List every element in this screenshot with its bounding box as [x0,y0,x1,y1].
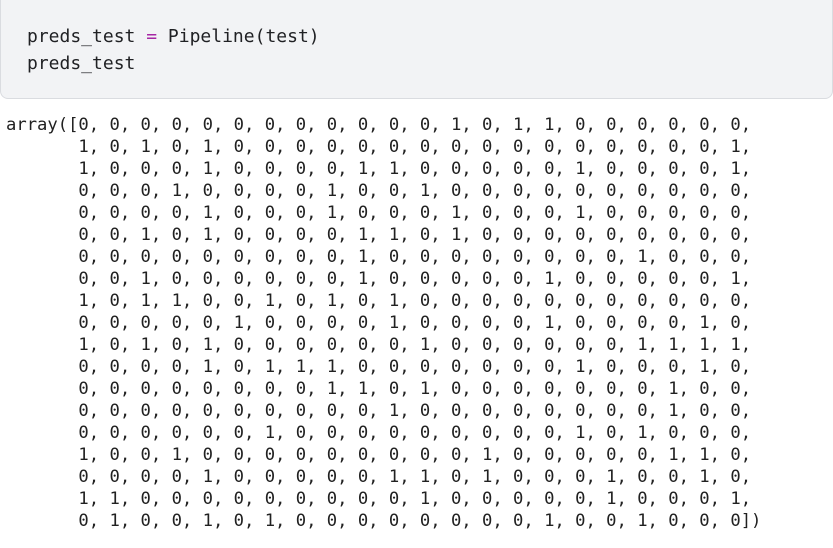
code-cell[interactable]: preds_test = Pipeline(test) preds_test [0,0,833,99]
output-line: 0, 0, 0, 0, 0, 0, 0, 0, 0, 0, 1, 0, 0, 0… [6,401,752,421]
output-line: 0, 0, 0, 0, 0, 0, 1, 0, 0, 0, 0, 0, 0, 0… [6,423,752,443]
output-line: array([0, 0, 0, 0, 0, 0, 0, 0, 0, 0, 0, … [6,115,752,135]
output-line: 0, 0, 0, 0, 1, 0, 1, 1, 1, 0, 0, 0, 0, 0… [6,357,752,377]
output-line: 0, 0, 1, 0, 1, 0, 0, 0, 0, 1, 1, 0, 1, 0… [6,225,752,245]
cell-output: array([0, 0, 0, 0, 0, 0, 0, 0, 0, 0, 0, … [6,114,761,532]
output-line: 1, 0, 1, 1, 0, 0, 1, 0, 1, 0, 1, 0, 0, 0… [6,291,752,311]
code-expression: Pipeline(test) [167,26,320,47]
code-line-assignment[interactable]: preds_test = Pipeline(test) [27,24,320,50]
code-line-output-expr[interactable]: preds_test [27,51,135,77]
output-line: 0, 0, 1, 0, 0, 0, 0, 0, 0, 1, 0, 0, 0, 0… [6,269,752,289]
output-line: 0, 1, 0, 0, 1, 0, 1, 0, 0, 0, 0, 0, 0, 0… [6,511,762,531]
output-line: 0, 0, 0, 0, 0, 0, 0, 0, 1, 1, 0, 1, 0, 0… [6,379,752,399]
output-line: 1, 0, 1, 0, 1, 0, 0, 0, 0, 0, 0, 0, 0, 0… [6,137,752,157]
output-line: 1, 0, 0, 1, 0, 0, 0, 0, 0, 0, 0, 0, 0, 1… [6,445,752,465]
code-variable: preds_test [27,26,136,47]
assignment-operator: = [146,26,158,47]
notebook-page: preds_test = Pipeline(test) preds_test a… [0,0,833,548]
output-line: 0, 0, 0, 0, 1, 0, 0, 0, 1, 0, 0, 0, 1, 0… [6,203,752,223]
output-line: 1, 0, 1, 0, 1, 0, 0, 0, 0, 0, 0, 1, 0, 0… [6,335,752,355]
output-line: 0, 0, 0, 0, 0, 0, 0, 0, 0, 1, 0, 0, 0, 0… [6,247,752,267]
output-line: 1, 0, 0, 0, 1, 0, 0, 0, 0, 1, 1, 0, 0, 0… [6,159,752,179]
output-line: 0, 0, 0, 0, 0, 1, 0, 0, 0, 0, 1, 0, 0, 0… [6,313,752,333]
output-line: 1, 1, 0, 0, 0, 0, 0, 0, 0, 0, 0, 1, 0, 0… [6,489,752,509]
output-line: 0, 0, 0, 0, 1, 0, 0, 0, 0, 0, 1, 1, 0, 1… [6,467,752,487]
output-line: 0, 0, 0, 1, 0, 0, 0, 0, 1, 0, 0, 1, 0, 0… [6,181,752,201]
